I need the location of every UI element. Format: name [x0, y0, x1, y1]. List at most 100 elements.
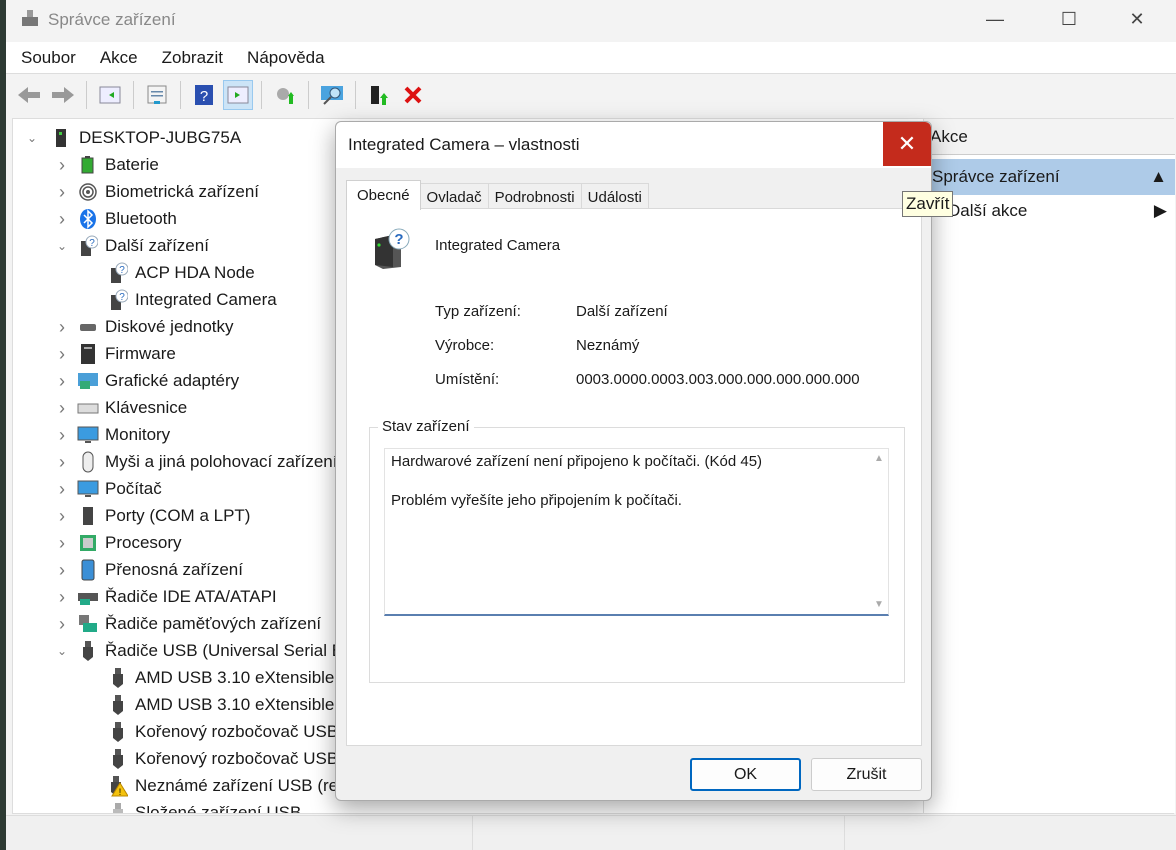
tree-item-label: Firmware: [105, 344, 176, 363]
firmware-icon: [77, 343, 99, 365]
tree-item[interactable]: › Řadiče IDE ATA/ATAPI: [13, 584, 277, 610]
tree-item-label: Biometrická zařízení: [105, 182, 259, 201]
dialog-close-button[interactable]: ✕: [883, 122, 931, 166]
tree-item[interactable]: › Monitory: [13, 422, 170, 448]
tree-item[interactable]: › Diskové jednotky: [13, 314, 234, 340]
menu-soubor[interactable]: Soubor: [21, 48, 76, 68]
back-icon[interactable]: [14, 80, 44, 110]
svg-text:?: ?: [394, 231, 403, 248]
enable-device-icon[interactable]: [364, 80, 394, 110]
dialog-tabs: Obecné Ovladač Podrobnosti Události: [346, 180, 649, 210]
tab-ovladac[interactable]: Ovladač: [419, 183, 489, 210]
chevron-right-icon[interactable]: ›: [55, 398, 69, 419]
monitor-icon: [77, 478, 99, 500]
chevron-right-icon[interactable]: ›: [55, 317, 69, 338]
device-status-textbox[interactable]: Hardwarové zařízení není připojeno k poč…: [384, 448, 889, 616]
scan-hardware-icon[interactable]: [317, 80, 347, 110]
tab-udalosti[interactable]: Události: [580, 183, 649, 210]
actions-more[interactable]: Další akce ▶: [924, 195, 1175, 227]
tab-obecne[interactable]: Obecné: [346, 180, 421, 210]
chevron-down-icon[interactable]: ⌄: [55, 239, 69, 253]
chevron-down-icon[interactable]: ⌄: [55, 644, 69, 658]
tree-item[interactable]: ? ACP HDA Node: [13, 260, 255, 286]
chevron-right-icon[interactable]: ›: [55, 533, 69, 554]
actions-section-label: Správce zařízení: [932, 167, 1060, 186]
chevron-right-icon[interactable]: ›: [55, 425, 69, 446]
chevron-right-icon[interactable]: ›: [55, 452, 69, 473]
device-status-group: Stav zařízení Hardwarové zařízení není p…: [369, 418, 905, 683]
tree-item[interactable]: Složené zařízení USB: [13, 800, 301, 813]
chevron-right-icon[interactable]: ›: [55, 614, 69, 635]
tree-item[interactable]: › Počítač: [13, 476, 162, 502]
chevron-right-icon[interactable]: ›: [55, 506, 69, 527]
tree-item-label: Složené zařízení USB: [135, 803, 302, 813]
minimize-button[interactable]: —: [972, 0, 1018, 38]
disk-icon: [77, 316, 99, 338]
chevron-right-icon[interactable]: ›: [55, 155, 69, 176]
help-icon[interactable]: ?: [189, 80, 219, 110]
svg-text:?: ?: [119, 265, 125, 276]
chevron-right-icon[interactable]: ›: [55, 344, 69, 365]
tab-podrobnosti[interactable]: Podrobnosti: [487, 183, 582, 210]
close-button[interactable]: ✕: [1114, 0, 1160, 38]
chevron-right-icon[interactable]: ›: [55, 209, 69, 230]
tree-item[interactable]: Kořenový rozbočovač USB: [13, 746, 338, 772]
ok-button[interactable]: OK: [690, 758, 801, 791]
status-scrollbar[interactable]: ▲ ▼: [870, 449, 888, 614]
chevron-down-icon[interactable]: ⌄: [25, 131, 39, 145]
tree-item[interactable]: ⌄ Řadiče USB (Universal Serial Bus): [13, 638, 367, 664]
tree-item[interactable]: ⌄? Další zařízení: [13, 233, 209, 259]
uninstall-device-icon[interactable]: [398, 80, 428, 110]
tree-item-label: Grafické adaptéry: [105, 371, 240, 390]
show-hide-action-pane-icon[interactable]: [223, 80, 253, 110]
menu-napoveda[interactable]: Nápověda: [247, 48, 325, 68]
ide-icon: [77, 586, 99, 608]
update-driver-icon[interactable]: [270, 80, 300, 110]
usb-icon: [107, 667, 129, 689]
tree-item[interactable]: › Procesory: [13, 530, 182, 556]
chevron-right-icon[interactable]: ›: [55, 371, 69, 392]
device-status-label: Stav zařízení: [378, 418, 474, 435]
tree-item[interactable]: › Biometrická zařízení: [13, 179, 259, 205]
chevron-right-icon[interactable]: ›: [55, 182, 69, 203]
tree-item[interactable]: › Firmware: [13, 341, 176, 367]
menu-akce[interactable]: Akce: [100, 48, 138, 68]
menu-zobrazit[interactable]: Zobrazit: [162, 48, 223, 68]
maximize-button[interactable]: ☐: [1046, 0, 1092, 38]
tree-item[interactable]: › Klávesnice: [13, 395, 187, 421]
computer-icon: [51, 127, 73, 149]
properties-dialog: Integrated Camera – vlastnosti ✕ Obecné …: [335, 121, 932, 801]
chevron-right-icon[interactable]: ›: [55, 479, 69, 500]
collapse-triangle-icon[interactable]: ▲: [1150, 167, 1167, 187]
tree-item[interactable]: › Řadiče paměťových zařízení: [13, 611, 321, 637]
forward-icon[interactable]: [48, 80, 78, 110]
tree-item[interactable]: › Grafické adaptéry: [13, 368, 239, 394]
cancel-button[interactable]: Zrušit: [811, 758, 922, 791]
actions-pane: Akce Správce zařízení ▲ Další akce ▶: [923, 119, 1175, 813]
tree-item[interactable]: › Porty (COM a LPT): [13, 503, 250, 529]
chevron-right-icon[interactable]: ›: [55, 560, 69, 581]
properties-icon[interactable]: [142, 80, 172, 110]
tree-item-label: Monitory: [105, 425, 171, 444]
unknown-device-icon: ?: [371, 227, 411, 276]
tree-item[interactable]: Kořenový rozbočovač USB: [13, 719, 338, 745]
actions-header: Akce: [924, 119, 1175, 155]
tree-item-label: Přenosná zařízení: [105, 560, 243, 579]
usb-grey-icon: [107, 802, 129, 813]
actions-section-device-manager[interactable]: Správce zařízení ▲: [924, 159, 1175, 195]
scroll-up-icon[interactable]: ▲: [870, 453, 888, 464]
tree-root[interactable]: ⌄ DESKTOP-JUBG75A: [13, 125, 241, 151]
tree-item[interactable]: › Myši a jiná polohovací zařízení: [13, 449, 337, 475]
svg-text:?: ?: [89, 238, 95, 249]
usb-icon: [107, 721, 129, 743]
show-hide-console-tree-icon[interactable]: [95, 80, 125, 110]
portable-icon: [77, 559, 99, 581]
tree-item[interactable]: › Bluetooth: [13, 206, 177, 232]
tree-item[interactable]: › Přenosná zařízení: [13, 557, 243, 583]
battery-icon: [77, 154, 99, 176]
tree-item[interactable]: › Baterie: [13, 152, 159, 178]
chevron-right-icon[interactable]: ›: [55, 587, 69, 608]
scroll-down-icon[interactable]: ▼: [870, 599, 888, 610]
tree-item[interactable]: ? Integrated Camera: [13, 287, 277, 313]
tree-item-label: Integrated Camera: [135, 290, 277, 309]
